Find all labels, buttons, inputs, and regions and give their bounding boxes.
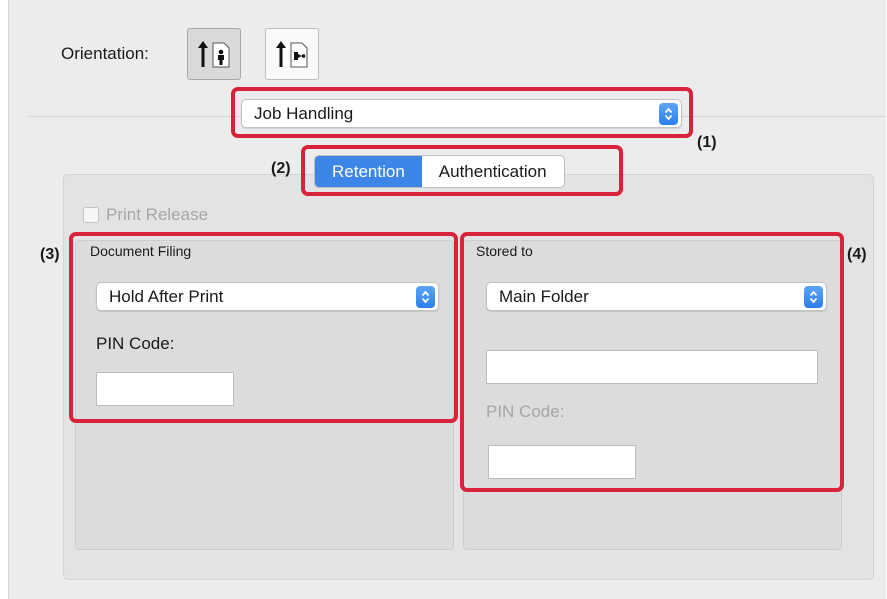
callout-2: (2): [271, 160, 291, 177]
callout-1: (1): [697, 134, 717, 151]
popup-arrows-icon: [659, 102, 678, 125]
portrait-orientation-button[interactable]: [187, 28, 241, 80]
print-dialog: Orientation: Job Handling (1) Retention …: [8, 0, 886, 599]
portrait-orientation-icon: [198, 41, 230, 68]
stored-to-pin-label: PIN Code:: [486, 402, 565, 421]
document-filing-mode-value: Hold After Print: [109, 286, 224, 306]
stored-to-pin-input[interactable]: [488, 445, 636, 479]
document-filing-title: Document Filing: [90, 243, 192, 259]
print-release-label: Print Release: [106, 205, 209, 224]
orientation-label: Orientation:: [61, 44, 149, 63]
landscape-orientation-icon: [276, 41, 308, 68]
tab-bar: Retention Authentication: [314, 155, 565, 188]
print-release-checkbox[interactable]: [83, 207, 99, 223]
stored-to-folder-value: Main Folder: [499, 286, 589, 306]
job-handling-popup[interactable]: Job Handling: [241, 99, 682, 128]
print-release-row: Print Release: [83, 205, 208, 225]
job-handling-value: Job Handling: [254, 103, 354, 123]
tab-authentication[interactable]: Authentication: [422, 156, 564, 187]
tab-retention[interactable]: Retention: [315, 156, 422, 187]
document-filing-pin-label: PIN Code:: [96, 334, 175, 353]
stored-to-text-input[interactable]: [486, 350, 818, 384]
callout-4: (4): [847, 246, 867, 263]
callout-3: (3): [40, 246, 60, 263]
landscape-orientation-button[interactable]: [265, 28, 319, 80]
stored-to-title: Stored to: [476, 243, 533, 259]
document-filing-pin-input[interactable]: [96, 372, 234, 406]
popup-arrows-icon: [416, 285, 435, 308]
stored-to-folder-popup[interactable]: Main Folder: [486, 282, 827, 311]
document-filing-mode-popup[interactable]: Hold After Print: [96, 282, 439, 311]
popup-arrows-icon: [804, 285, 823, 308]
